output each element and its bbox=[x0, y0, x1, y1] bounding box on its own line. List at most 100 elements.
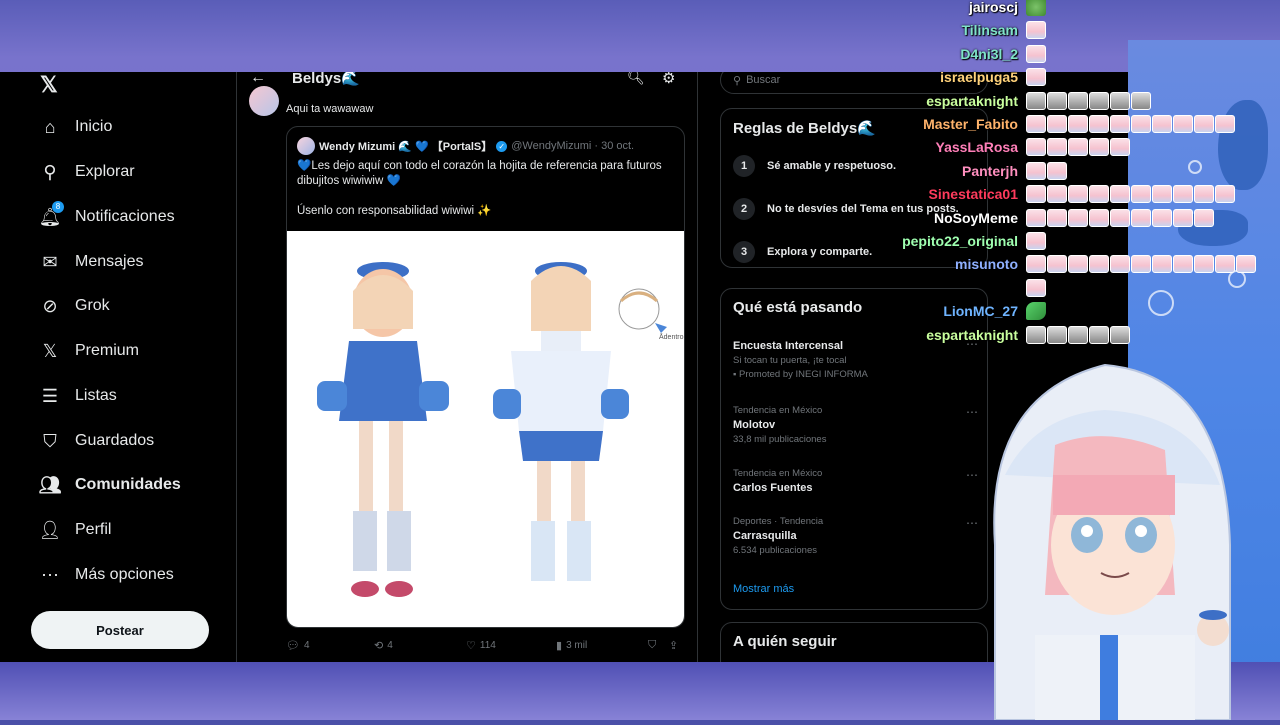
emote-icon bbox=[1131, 91, 1151, 110]
sidebar-item-premium[interactable]: 𝕏 Premium bbox=[38, 336, 139, 366]
rule-number: 2 bbox=[733, 198, 755, 220]
reference-sheet-image[interactable]: Ādentro bbox=[287, 231, 684, 627]
emote-icon bbox=[1026, 278, 1046, 297]
sidebar-item-más-opciones[interactable]: ⋯ Más opciones bbox=[38, 560, 174, 590]
emote-icon bbox=[1047, 185, 1067, 204]
gear-icon[interactable]: ⚙ bbox=[662, 72, 675, 87]
bell-icon: 🔔︎ 8 bbox=[38, 201, 64, 229]
sidebar-item-inicio[interactable]: ⌂ Inicio bbox=[38, 112, 113, 142]
emote-icon bbox=[1047, 255, 1067, 274]
chat-username: Master_Fabito bbox=[923, 116, 1018, 132]
trend-name: Carrasquilla bbox=[733, 530, 797, 542]
emote-icon bbox=[1215, 185, 1235, 204]
back-arrow-icon[interactable]: ← bbox=[250, 72, 266, 87]
avatar[interactable] bbox=[297, 137, 315, 155]
emote-icon bbox=[1110, 138, 1130, 157]
share-button[interactable]: ⇪ bbox=[669, 639, 682, 652]
emote-icon bbox=[1110, 91, 1130, 110]
post-text-line: 💙Les dejo aquí con todo el corazón la ho… bbox=[297, 160, 662, 187]
emote-icon bbox=[1047, 138, 1067, 157]
emote-icon bbox=[1026, 208, 1046, 227]
sidebar-item-label: Guardados bbox=[75, 432, 155, 449]
chat-message bbox=[880, 277, 1240, 299]
sidebar-item-grok[interactable]: ⊘ Grok bbox=[38, 291, 110, 321]
repost-count: 4 bbox=[387, 640, 393, 651]
quoted-post[interactable]: Wendy Mizumi 🌊 💙 【PortalS】 ✓ @WendyMizum… bbox=[286, 126, 685, 628]
bookmark-button[interactable]: ⛉ bbox=[648, 639, 660, 652]
like-button[interactable]: ♡ 114 bbox=[466, 639, 496, 652]
sidebar-item-mensajes[interactable]: ✉ Mensajes bbox=[38, 247, 143, 277]
emote-icon bbox=[1110, 208, 1130, 227]
chat-username: pepito22_original bbox=[902, 233, 1018, 249]
quoted-post-header: Wendy Mizumi 🌊 💙 【PortalS】 ✓ @WendyMizum… bbox=[297, 137, 634, 155]
chat-message: israelpuga5 bbox=[880, 66, 1240, 88]
x-logo-icon[interactable]: 𝕏 bbox=[40, 72, 58, 98]
post-button[interactable]: Postear bbox=[31, 611, 209, 649]
sidebar-item-perfil[interactable]: 👤︎ Perfil bbox=[38, 515, 112, 545]
chat-message: Tilinsam bbox=[880, 19, 1240, 41]
trend-count: 33,8 mil publicaciones bbox=[733, 434, 827, 445]
trend-category: Deportes · Tendencia bbox=[733, 516, 824, 527]
chat-emotes bbox=[1026, 21, 1047, 40]
reply-button[interactable]: 💬︎ 4 bbox=[286, 639, 310, 652]
sidebar-item-label: Grok bbox=[75, 297, 110, 314]
list-icon: ☰ bbox=[41, 385, 59, 406]
trend-item[interactable]: Tendencia en México Molotov 33,8 mil pub… bbox=[733, 405, 978, 445]
emote-icon bbox=[1026, 138, 1046, 157]
profile-icon: 👤︎ bbox=[38, 519, 62, 540]
repost-button[interactable]: ⟲ 4 bbox=[374, 639, 393, 652]
emote-icon bbox=[1110, 115, 1130, 133]
chat-username: jairoscj bbox=[968, 0, 1018, 15]
chat-emotes bbox=[1026, 208, 1215, 227]
trend-subtitle: Si tocan tu puerta, ¡te tocal bbox=[733, 355, 847, 366]
page-title: Beldys🌊 bbox=[292, 72, 360, 87]
emote-icon bbox=[1215, 115, 1235, 133]
rule-item[interactable]: 1 Sé amable y respetuoso. bbox=[733, 155, 896, 177]
trend-item[interactable]: Deportes · Tendencia Carrasquilla 6.534 … bbox=[733, 516, 978, 556]
chat-emotes bbox=[1026, 138, 1131, 157]
rule-text: Explora y comparte. bbox=[767, 246, 873, 258]
sidebar-item-explorar[interactable]: ⚲ Explorar bbox=[38, 157, 134, 187]
emote-icon bbox=[1047, 161, 1067, 180]
post-text-line: Úsenlo con responsabilidad wiwiwi ✨ bbox=[297, 205, 492, 217]
sidebar-item-comunidades[interactable]: 👥︎ Comunidades bbox=[38, 470, 181, 500]
post-text: Aqui ta wawawaw bbox=[286, 103, 374, 115]
emote-icon bbox=[1089, 138, 1109, 157]
emote-icon bbox=[1026, 255, 1046, 274]
chat-message: espartaknight bbox=[880, 90, 1240, 112]
like-count: 114 bbox=[479, 640, 496, 651]
search-icon[interactable]: 🔍︎ bbox=[627, 72, 645, 86]
emote-icon bbox=[1047, 91, 1067, 110]
search-icon: ⚲ bbox=[43, 161, 57, 182]
sidebar-item-label: Comunidades bbox=[75, 476, 181, 493]
view-count: 3 mil bbox=[566, 640, 588, 651]
chat-emotes bbox=[1026, 68, 1047, 87]
who-to-follow-card: A quién seguir bbox=[720, 622, 988, 662]
sidebar-item-notificaciones[interactable]: 🔔︎ 8 Notificaciones bbox=[38, 201, 175, 232]
emote-icon bbox=[1131, 115, 1151, 133]
sidebar-item-listas[interactable]: ☰ Listas bbox=[38, 381, 117, 411]
chat-message: espartaknight bbox=[880, 324, 1240, 346]
emote-icon bbox=[1068, 138, 1088, 157]
trend-category: Tendencia en México bbox=[733, 405, 823, 416]
reply-count: 4 bbox=[303, 640, 310, 651]
show-more-link[interactable]: Mostrar más bbox=[733, 583, 794, 595]
views-button[interactable]: ▮ 3 mil bbox=[556, 639, 587, 652]
chat-message: Master_Fabito bbox=[880, 113, 1240, 135]
chat-message: jairoscj bbox=[880, 0, 1240, 18]
avatar[interactable] bbox=[249, 86, 279, 116]
sidebar-item-guardados[interactable]: ⛉ Guardados bbox=[38, 426, 154, 456]
emote-icon bbox=[1089, 185, 1109, 204]
communities-icon: 👥︎ bbox=[38, 474, 62, 495]
emote-icon bbox=[1152, 255, 1172, 274]
chat-emotes bbox=[1026, 161, 1068, 180]
chat-message: pepito22_original bbox=[880, 230, 1240, 252]
more-icon: ⋯ bbox=[41, 564, 59, 585]
sidebar-item-label: Inicio bbox=[75, 118, 113, 135]
rule-item[interactable]: 3 Explora y comparte. bbox=[733, 241, 872, 263]
author-name[interactable]: Wendy Mizumi 🌊 💙 【PortalS】 bbox=[319, 138, 492, 154]
chat-emotes bbox=[1026, 255, 1257, 274]
character-back-figure bbox=[493, 262, 629, 581]
trend-item[interactable]: Tendencia en México Carlos Fuentes ⋯ bbox=[733, 468, 978, 494]
emote-icon bbox=[1194, 115, 1214, 133]
